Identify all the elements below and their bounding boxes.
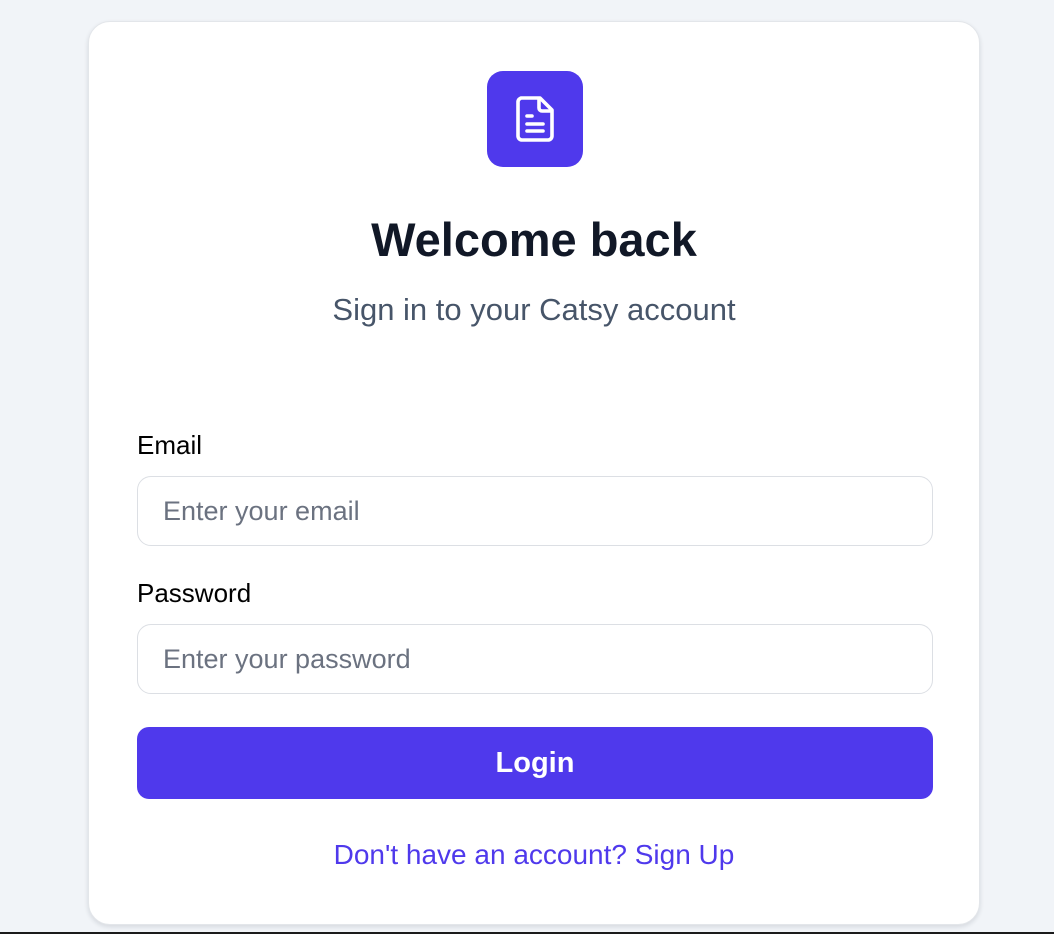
- login-card: Welcome back Sign in to your Catsy accou…: [88, 21, 980, 925]
- document-icon: [516, 96, 554, 142]
- email-field[interactable]: [137, 476, 933, 546]
- password-label: Password: [137, 578, 252, 608]
- login-button[interactable]: Login: [137, 727, 933, 799]
- app-logo: [487, 71, 583, 167]
- page-subtitle: Sign in to your Catsy account: [332, 292, 736, 327]
- email-label: Email: [137, 430, 203, 460]
- login-page: Welcome back Sign in to your Catsy accou…: [0, 0, 1054, 934]
- password-field[interactable]: [137, 624, 933, 694]
- signup-link[interactable]: Don't have an account? Sign Up: [89, 837, 979, 873]
- page-title: Welcome back: [371, 213, 697, 266]
